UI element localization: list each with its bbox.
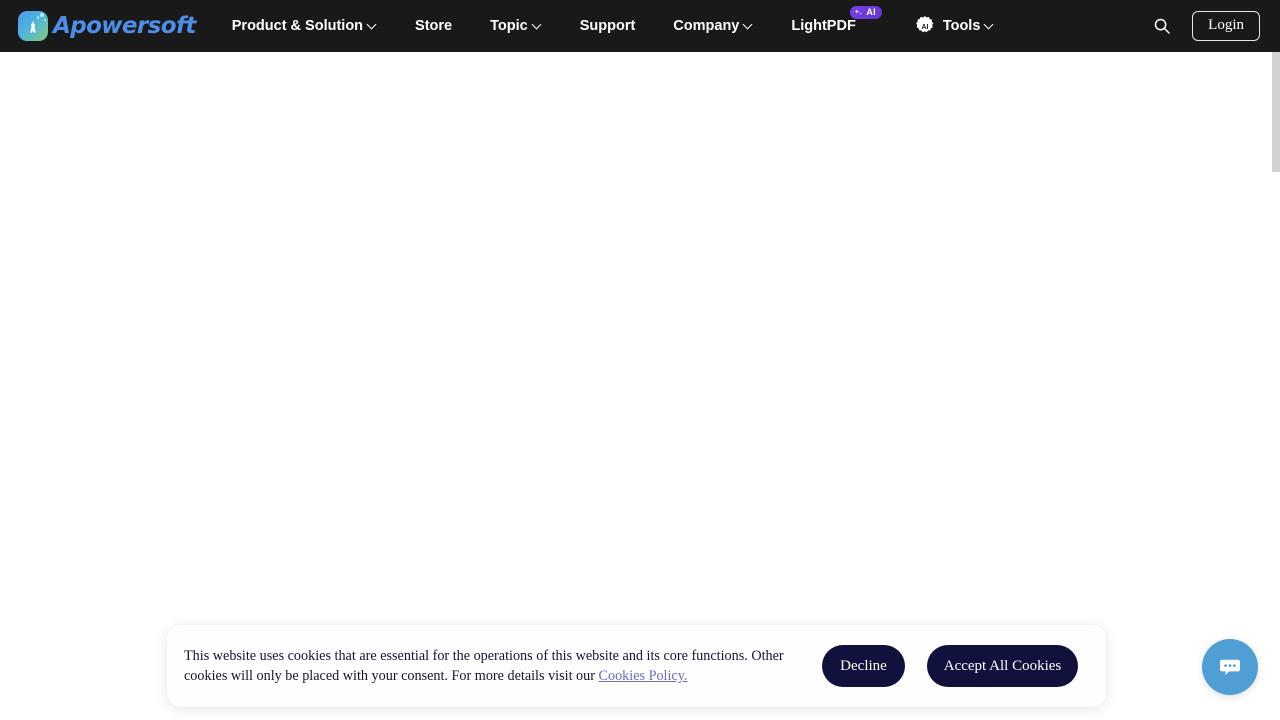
chevron-down-icon <box>744 21 753 30</box>
chevron-down-icon <box>368 21 377 30</box>
nav-label: Tools <box>942 18 981 34</box>
cookie-consent-body: This website uses cookies that are essen… <box>184 648 784 684</box>
chevron-down-icon <box>533 21 542 30</box>
page-scrollbar-thumb[interactable] <box>1272 52 1280 172</box>
nav-label: Company <box>673 18 740 34</box>
nav-label: Store <box>415 18 453 34</box>
accept-all-cookies-button[interactable]: Accept All Cookies <box>927 645 1078 687</box>
logo-a-glyph <box>30 20 36 33</box>
apowersoft-logo-icon <box>18 11 48 41</box>
cookie-consent-text: This website uses cookies that are essen… <box>184 646 784 686</box>
nav-item-tools[interactable]: AI Tools <box>914 0 995 52</box>
search-icon <box>1154 18 1170 34</box>
page-root: Apowersoft Product & Solution Store Topi… <box>0 0 1280 720</box>
login-button[interactable]: Login <box>1192 10 1260 42</box>
cookie-banner-actions: Decline Accept All Cookies <box>822 645 1078 687</box>
main-navigation: Product & Solution Store Topic Support C… <box>232 0 995 52</box>
nav-item-lightpdf[interactable]: LightPDF AI <box>791 0 882 52</box>
chevron-down-icon <box>985 21 994 30</box>
cookies-policy-link[interactable]: Cookies Policy. <box>599 668 688 684</box>
svg-text:AI: AI <box>921 24 928 31</box>
nav-item-company[interactable]: Company <box>673 0 753 52</box>
nav-label: Support <box>579 18 636 34</box>
nav-label: LightPDF <box>791 18 856 34</box>
nav-label: Topic <box>490 18 528 34</box>
logo-sparkle-icon <box>44 19 46 21</box>
nav-item-store[interactable]: Store <box>415 0 452 52</box>
sparkle-icon <box>854 8 863 17</box>
ai-badge: AI <box>850 6 882 19</box>
logo-sparkle-icon <box>40 13 44 17</box>
ai-gear-icon: AI <box>915 16 934 33</box>
brand-name: Apowersoft <box>53 12 196 39</box>
search-button[interactable] <box>1150 14 1174 38</box>
logo-sparkle-icon <box>36 16 39 19</box>
nav-item-support[interactable]: Support <box>580 0 636 52</box>
decline-cookies-button[interactable]: Decline <box>822 645 905 687</box>
header-right-actions: Login <box>1150 10 1260 42</box>
site-header: Apowersoft Product & Solution Store Topi… <box>0 0 1280 52</box>
page-scrollbar-track[interactable] <box>1272 52 1280 720</box>
nav-label: Product & Solution <box>231 18 364 34</box>
ai-badge-label: AI <box>866 7 876 17</box>
brand-logo-link[interactable]: Apowersoft <box>18 11 196 41</box>
nav-item-product-solution[interactable]: Product & Solution <box>232 0 377 52</box>
nav-item-topic[interactable]: Topic <box>490 0 542 52</box>
chat-bubble-icon <box>1220 659 1240 675</box>
chat-widget-button[interactable] <box>1202 639 1258 695</box>
cookie-consent-banner: This website uses cookies that are essen… <box>167 625 1106 707</box>
page-content-area <box>0 52 1272 720</box>
